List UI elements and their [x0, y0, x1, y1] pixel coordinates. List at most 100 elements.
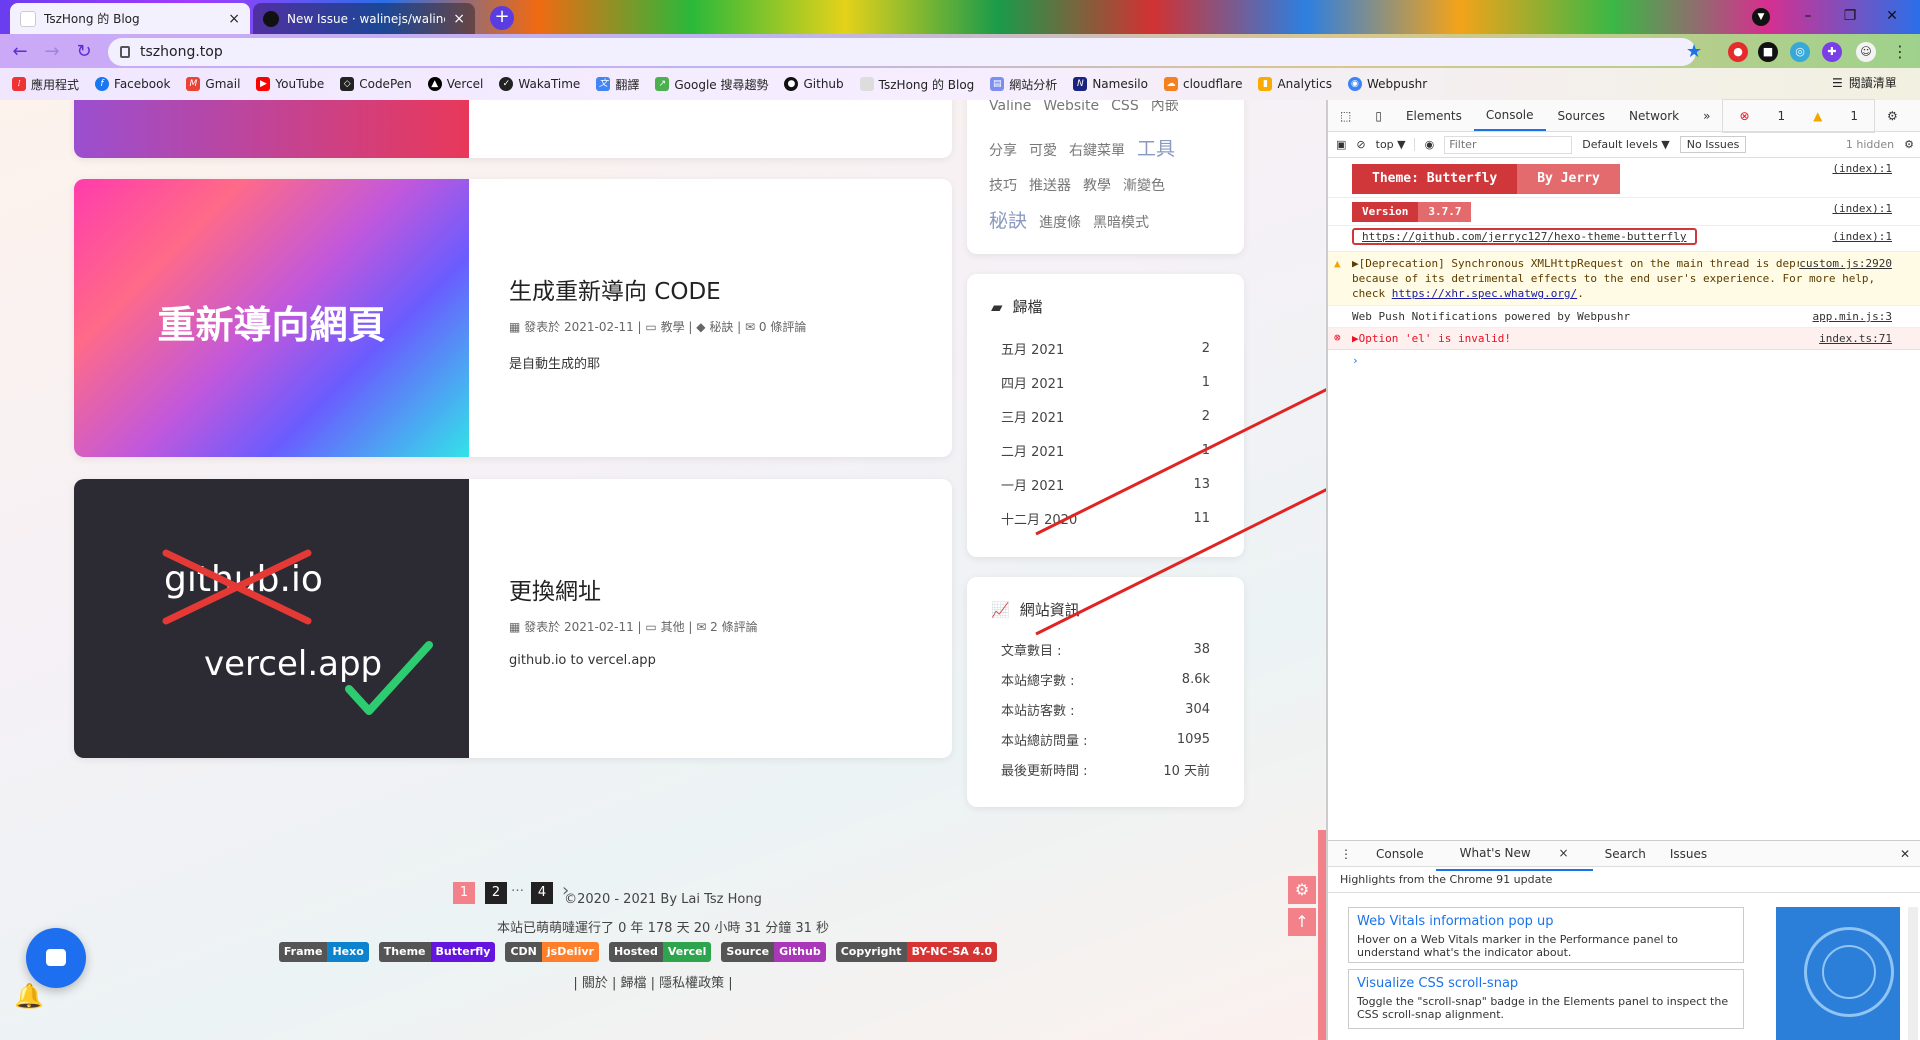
extension-icon[interactable]: ●: [1728, 42, 1748, 62]
tag-link[interactable]: 黑暗模式: [1093, 206, 1149, 240]
console-settings-icon[interactable]: ⚙: [1904, 138, 1920, 151]
post-card[interactable]: 重新導向網頁 生成重新導向 CODE ▦ 發表於 2021-02-11 | ▭ …: [74, 179, 952, 457]
whats-new-card[interactable]: Visualize CSS scroll-snap Toggle the "sc…: [1348, 969, 1744, 1029]
bookmark-cloudflare[interactable]: ☁ cloudflare: [1163, 77, 1242, 91]
bookmark-gmail[interactable]: M Gmail: [186, 77, 240, 91]
avatar[interactable]: ☺: [1856, 42, 1876, 62]
issues-button[interactable]: No Issues: [1679, 136, 1747, 153]
tag-link[interactable]: 工具: [1137, 132, 1175, 166]
badge-theme[interactable]: Theme Butterfly: [378, 942, 496, 962]
drawer-tab-search[interactable]: Search: [1593, 841, 1658, 867]
tab-blog[interactable]: TszHong 的 Blog ×: [10, 3, 250, 34]
live-expression-eye-icon[interactable]: ◉: [1425, 138, 1435, 151]
footer-links[interactable]: | 關於 | 歸檔 | 隱私權政策 |: [0, 972, 1326, 991]
log-levels-select[interactable]: Default levels ▼: [1582, 138, 1670, 151]
bookmark-webpushr[interactable]: ◉ Webpushr: [1347, 77, 1427, 91]
devtools-settings-icon[interactable]: ⚙: [1875, 100, 1910, 132]
bookmark-youtube[interactable]: ▶ YouTube: [256, 77, 324, 91]
drawer-menu-icon[interactable]: ⋮: [1328, 841, 1364, 867]
extension-icon[interactable]: ◎: [1790, 42, 1810, 62]
tag-link[interactable]: 內嵌: [1151, 100, 1179, 114]
badge-hosted[interactable]: Hosted Vercel: [608, 942, 712, 962]
post-category[interactable]: 教學: [661, 320, 685, 334]
drawer-scrollbar[interactable]: [1908, 907, 1918, 1040]
bookmark-trends[interactable]: ↗ Google 搜尋趨勢: [655, 76, 768, 93]
card-title[interactable]: Web Vitals information pop up: [1357, 914, 1735, 929]
devtools-menu-icon[interactable]: ⋮: [1910, 100, 1920, 132]
bookmark-codepen[interactable]: ◇ CodePen: [340, 77, 412, 91]
bookmark-blog[interactable]: TszHong 的 Blog: [859, 76, 974, 93]
puzzle-extensions-icon[interactable]: ✚: [1822, 42, 1842, 62]
tag-link[interactable]: Website: [1043, 100, 1099, 114]
console-source-link[interactable]: (index):1: [1832, 230, 1892, 243]
more-tabs-icon[interactable]: »: [1691, 100, 1722, 132]
bookmark-analytics[interactable]: ▮ Analytics: [1258, 77, 1332, 91]
back-to-top-icon[interactable]: ↑: [1288, 908, 1316, 936]
tab-console[interactable]: Console: [1473, 101, 1546, 131]
close-icon[interactable]: ×: [1547, 846, 1581, 860]
drawer-tab-whats-new[interactable]: What's New ×: [1435, 837, 1593, 871]
tag-link[interactable]: 可愛: [1029, 134, 1057, 168]
close-drawer-icon[interactable]: ✕: [1888, 841, 1920, 867]
forward-arrow-icon[interactable]: →: [40, 40, 64, 64]
star-bookmark-icon[interactable]: ★: [1686, 41, 1702, 62]
post-title[interactable]: 更換網址: [509, 572, 758, 606]
bookmark-apps[interactable]: ⁞ 應用程式: [12, 76, 79, 93]
console-source-link[interactable]: (index):1: [1832, 202, 1892, 215]
post-cover[interactable]: 重新導向網頁: [74, 179, 469, 457]
tag-link[interactable]: 分享: [989, 134, 1017, 168]
bookmark-vercel[interactable]: ▲ Vercel: [427, 77, 483, 91]
console-source-link[interactable]: index.ts:71: [1819, 332, 1892, 345]
post-tag[interactable]: 秘訣: [709, 320, 733, 334]
tag-link[interactable]: 教學: [1083, 169, 1111, 203]
xhr-spec-link[interactable]: https://xhr.spec.whatwg.org/: [1392, 287, 1577, 300]
settings-gear-icon[interactable]: ⚙: [1288, 876, 1316, 904]
console-source-link[interactable]: app.min.js:3: [1813, 310, 1892, 323]
repo-link[interactable]: https://github.com/jerryc127/hexo-theme-…: [1352, 228, 1697, 245]
bookmark-github[interactable]: ● Github: [784, 77, 844, 91]
clear-console-icon[interactable]: ⊘: [1356, 138, 1365, 151]
bookmark-wakatime[interactable]: ✓ WakaTime: [499, 77, 580, 91]
console-warning[interactable]: ▲ ▶[Deprecation] Synchronous XMLHttpRequ…: [1328, 252, 1920, 306]
issue-counter[interactable]: ⊗ 1 ▲ 1: [1722, 98, 1876, 133]
post-card-partial[interactable]: [74, 100, 952, 158]
card-title[interactable]: Visualize CSS scroll-snap: [1357, 976, 1735, 991]
sidebar-toggle-icon[interactable]: ▣: [1336, 138, 1346, 151]
console-prompt[interactable]: ›: [1328, 350, 1920, 371]
post-category[interactable]: 其他: [661, 620, 685, 634]
new-tab-button[interactable]: +: [490, 6, 514, 30]
tab-sources[interactable]: Sources: [1546, 100, 1617, 132]
bookmark-analytics-site[interactable]: ▤ 網站分析: [990, 76, 1057, 93]
inspect-element-icon[interactable]: ⬚: [1328, 100, 1363, 132]
close-tab-icon[interactable]: ×: [453, 11, 465, 27]
reload-icon[interactable]: ↻: [72, 40, 96, 64]
post-cover[interactable]: github.io vercel.app: [74, 479, 469, 758]
whats-new-card[interactable]: Web Vitals information pop up Hover on a…: [1348, 907, 1744, 963]
console-source-link[interactable]: (index):1: [1832, 162, 1892, 175]
console-filter-input[interactable]: [1444, 135, 1573, 154]
console-error[interactable]: ⊗ ▶Option 'el' is invalid! index.ts:71: [1328, 328, 1920, 350]
extension-icon[interactable]: ■: [1758, 42, 1778, 62]
context-select[interactable]: top ▼: [1376, 138, 1415, 151]
restore-button[interactable]: ❐: [1830, 4, 1870, 28]
drawer-tab-issues[interactable]: Issues: [1658, 841, 1719, 867]
badge-frame[interactable]: Frame Hexo: [278, 942, 369, 962]
post-title[interactable]: 生成重新導向 CODE: [509, 272, 806, 306]
badge-source[interactable]: Source Github: [721, 942, 826, 962]
console-source-link[interactable]: custom.js:2920: [1799, 256, 1892, 271]
tag-link[interactable]: 漸變色: [1123, 169, 1165, 203]
drawer-tab-console[interactable]: Console: [1364, 841, 1436, 867]
tag-link[interactable]: 進度條: [1039, 206, 1081, 240]
tag-link[interactable]: Valine: [989, 100, 1031, 114]
back-arrow-icon[interactable]: ←: [8, 40, 32, 64]
tag-link[interactable]: CSS: [1111, 100, 1139, 114]
address-bar[interactable]: tszhong.top: [108, 38, 1696, 66]
post-card[interactable]: github.io vercel.app 更換網址 ▦ 發表於 2021-02-…: [74, 479, 952, 758]
device-toolbar-icon[interactable]: ▯: [1363, 100, 1394, 132]
tag-link[interactable]: 推送器: [1029, 169, 1071, 203]
tag-link[interactable]: 技巧: [989, 169, 1017, 203]
chat-button[interactable]: [26, 928, 86, 988]
tab-network[interactable]: Network: [1617, 100, 1691, 132]
bookmark-facebook[interactable]: f Facebook: [95, 77, 170, 91]
close-tab-icon[interactable]: ×: [228, 11, 240, 27]
